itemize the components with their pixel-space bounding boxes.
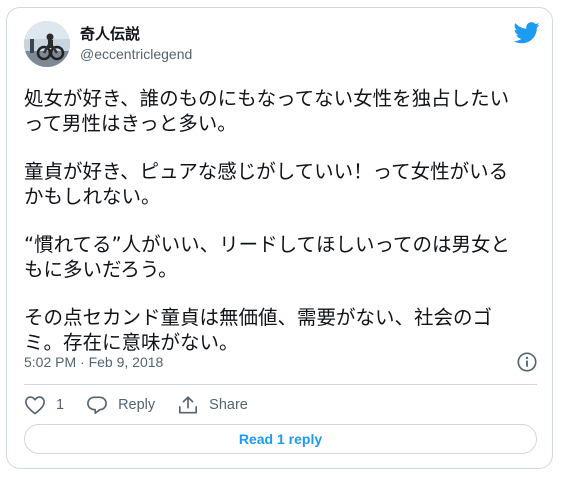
like-button[interactable]: 1 <box>24 395 64 415</box>
tweet-paragraph: その点セカンド童貞は無価値、需要がない、社会のゴ ミ。存在に意味がない。 <box>24 306 493 354</box>
share-icon <box>179 396 198 414</box>
share-button[interactable]: Share <box>177 395 248 415</box>
read-replies-button[interactable]: Read 1 reply <box>24 424 537 454</box>
tweet-paragraph: “慣れてる”人がいい、リードしてほしいってのは男女と もに多いだろう。 <box>24 233 511 281</box>
heart-icon <box>25 396 45 415</box>
tweet-paragraph: 処女が好き、誰のものにもなってない女性を独占したい って男性はきっと多い。 <box>24 87 510 135</box>
reply-label: Reply <box>118 397 156 413</box>
twitter-bird-icon[interactable] <box>514 22 540 44</box>
reply-icon <box>87 396 107 414</box>
author-handle[interactable]: @eccentriclegend <box>80 45 192 63</box>
divider <box>24 384 537 385</box>
like-count: 1 <box>56 397 65 413</box>
reply-button[interactable]: Reply <box>86 395 155 415</box>
share-label: Share <box>209 397 248 413</box>
tweet-paragraph: 童貞が好き、ピュアな感じがしていい！って女性がいる かもしれない。 <box>24 160 509 208</box>
tweet-timestamp[interactable]: 5:02 PM · Feb 9, 2018 <box>24 353 163 371</box>
tweet-card: 奇人伝説 @eccentriclegend 処女が好き、誰のものにもなってない女… <box>6 7 553 469</box>
tweet-body: 処女が好き、誰のものにもなってない女性を独占したい って男性はきっと多い。 童貞… <box>24 86 544 378</box>
action-bar: 1 Reply Share <box>24 393 270 417</box>
avatar-image <box>24 21 70 67</box>
info-icon[interactable] <box>516 351 538 373</box>
author-display-name[interactable]: 奇人伝説 <box>80 24 140 44</box>
avatar[interactable] <box>24 21 70 67</box>
